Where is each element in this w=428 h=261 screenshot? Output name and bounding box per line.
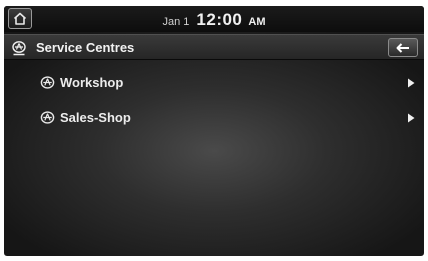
title-bar: Service Centres [4, 34, 424, 60]
service-centre-icon [40, 76, 55, 89]
list-item-sales-shop[interactable]: Sales-Shop [4, 103, 424, 133]
service-centre-icon [40, 111, 55, 124]
list-item-workshop[interactable]: Workshop [4, 68, 424, 98]
list-item-label: Workshop [60, 75, 124, 90]
clock: Jan 1 12:00 AM [4, 6, 424, 32]
screen: Jan 1 12:00 AM Service Centres Workshop [4, 6, 424, 256]
status-bar: Jan 1 12:00 AM [4, 6, 424, 32]
time-label: 12:00 [196, 10, 243, 29]
back-button[interactable] [388, 38, 418, 57]
ampm-label: AM [248, 16, 266, 28]
chevron-right-icon [408, 113, 415, 123]
chevron-right-icon [408, 78, 415, 88]
list-item-label: Sales-Shop [60, 110, 131, 125]
service-centre-icon [12, 41, 26, 56]
page-title: Service Centres [36, 40, 135, 55]
date-label: Jan 1 [162, 16, 190, 28]
back-arrow-icon [396, 42, 409, 53]
